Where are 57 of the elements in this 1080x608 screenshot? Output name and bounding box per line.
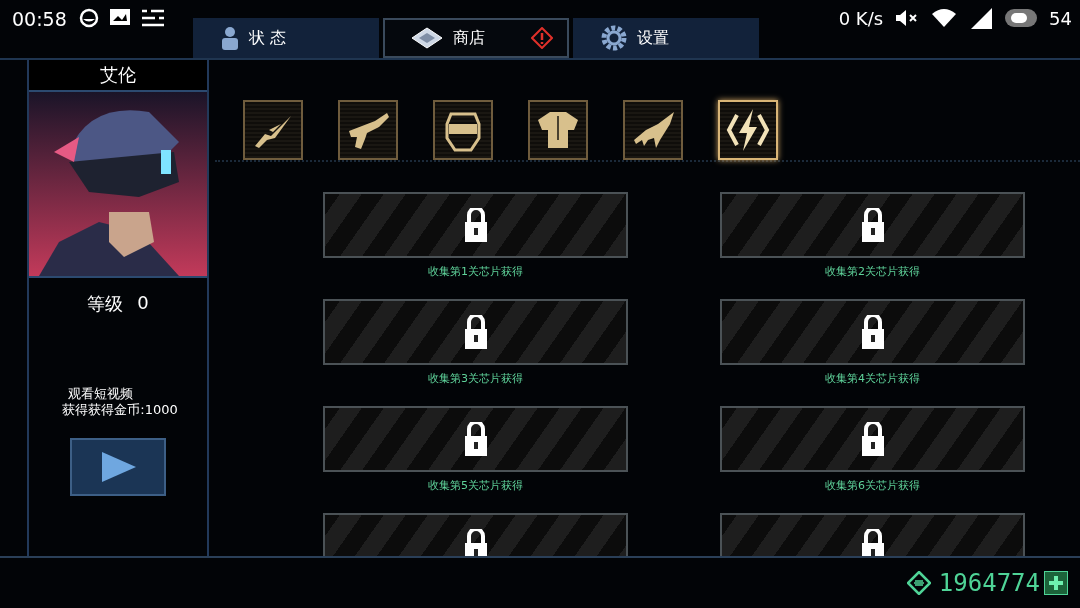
lock-icon: [463, 315, 488, 349]
slot-card[interactable]: [323, 192, 628, 258]
unlock-hint: 收集第2关芯片获得: [825, 264, 920, 279]
signal-icon: [969, 6, 994, 30]
unlock-hint: 收集第5关芯片获得: [428, 478, 523, 493]
slot-card[interactable]: [323, 299, 628, 365]
currency-amount: 1964774: [938, 569, 1040, 597]
gear-icon: [600, 25, 627, 51]
character-name: 艾伦: [29, 60, 207, 92]
video-offer-title: 观看短视频: [67, 386, 135, 402]
slot-card[interactable]: [720, 299, 1025, 365]
unlock-hint: 收集第1关芯片获得: [428, 264, 523, 279]
diamond-icon: [410, 27, 443, 49]
lock-icon: [463, 422, 488, 456]
slot-card[interactable]: [720, 192, 1025, 258]
app-circle-icon: [78, 8, 99, 28]
reward-text: 获得获得金币:1000: [61, 402, 178, 418]
slot-card[interactable]: [720, 406, 1025, 472]
category-button[interactable]: [243, 100, 303, 160]
lock-icon: [860, 208, 885, 242]
tab-label: 设置: [636, 27, 670, 49]
plus-icon: [1049, 576, 1063, 590]
tab-label: 状 态: [248, 27, 287, 49]
image-icon: [108, 8, 131, 26]
category-button[interactable]: [623, 100, 683, 160]
network-speed: 0 K/s: [838, 7, 884, 29]
toggle-icon: [1005, 9, 1038, 27]
battery-level: 54: [1049, 7, 1072, 29]
lock-icon: [860, 529, 885, 556]
lock-icon: [860, 315, 885, 349]
category-button[interactable]: [338, 100, 398, 160]
lock-icon: [463, 529, 488, 556]
slot-card[interactable]: [323, 406, 628, 472]
level-value: 0: [137, 292, 149, 315]
category-button[interactable]: [528, 100, 588, 160]
wifi-icon: [931, 8, 958, 28]
category-button[interactable]: [718, 100, 778, 160]
person-icon: [220, 26, 239, 50]
unlock-hint: 收集第6关芯片获得: [825, 478, 920, 493]
torso-armor-icon: [536, 110, 580, 150]
mute-icon: [895, 8, 920, 28]
add-currency-button[interactable]: [1044, 571, 1068, 595]
category-button[interactable]: [433, 100, 493, 160]
unlock-hint: 收集第3关芯片获得: [428, 371, 523, 386]
lock-icon: [860, 422, 885, 456]
sliders-icon: [140, 8, 165, 28]
unlock-hint: 收集第4关芯片获得: [825, 371, 920, 386]
gem-icon: [906, 571, 931, 595]
lock-icon: [463, 208, 488, 242]
clock-time: 00:58: [12, 8, 67, 30]
tab[interactable]: 设置: [572, 18, 759, 58]
lightning-icon: [725, 107, 771, 153]
tab[interactable]: 商店: [382, 18, 569, 58]
tab-label: 商店: [452, 27, 486, 49]
play-video-button[interactable]: [70, 438, 166, 496]
tab[interactable]: 状 态: [192, 18, 379, 58]
level-label: 等级: [87, 292, 124, 316]
